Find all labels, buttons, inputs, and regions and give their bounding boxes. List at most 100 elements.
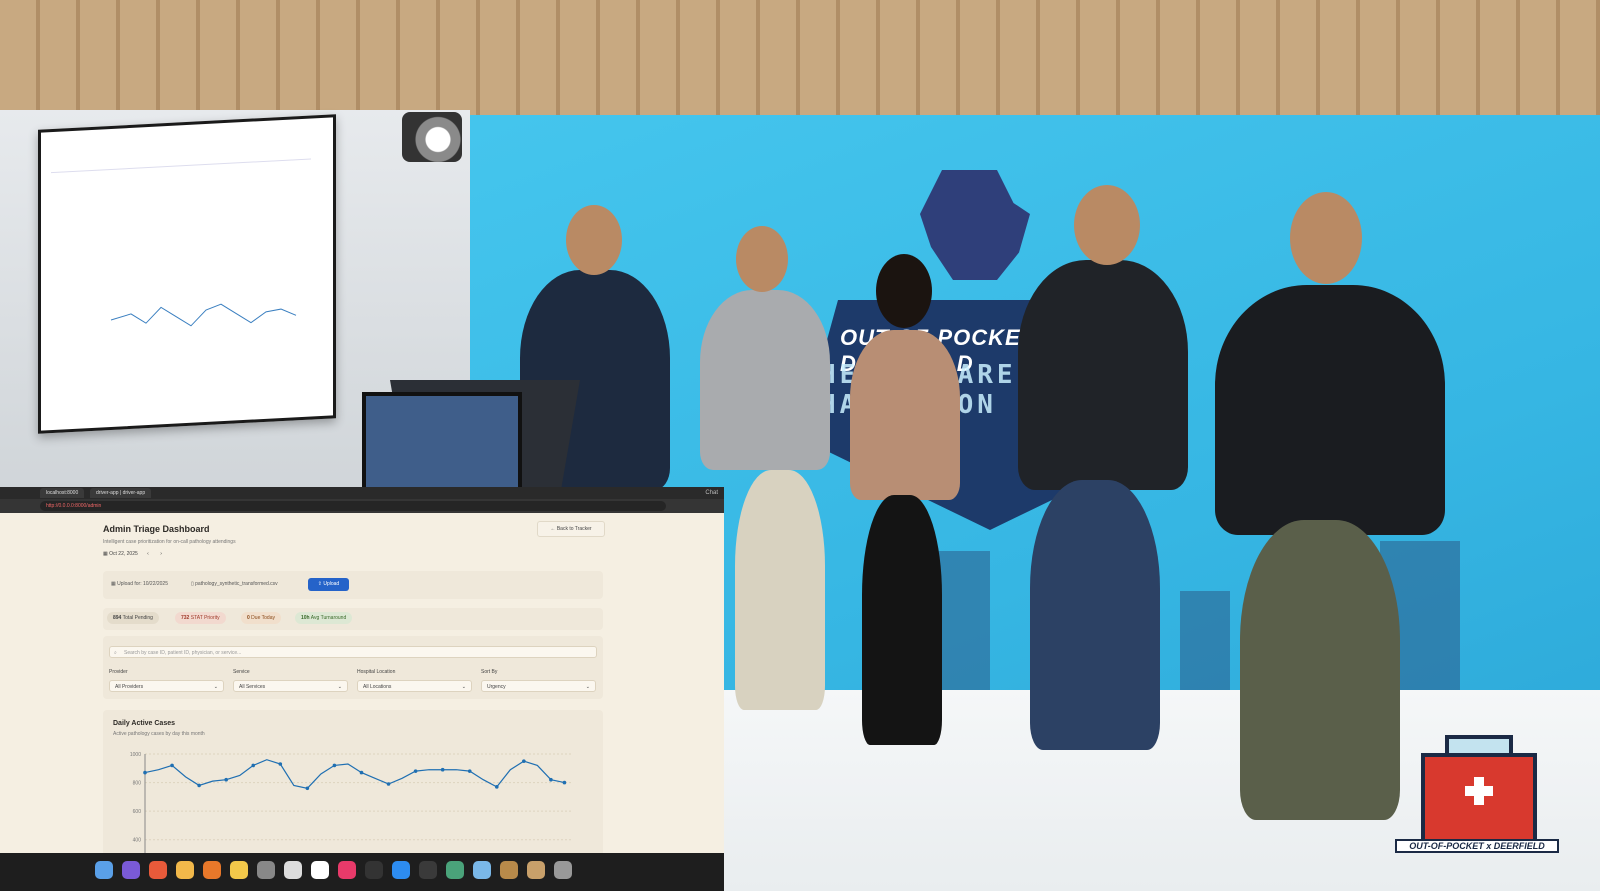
- browser-tab[interactable]: driver-app | driver-app: [90, 488, 152, 498]
- data-point[interactable]: [562, 780, 567, 785]
- person-4: [1018, 260, 1188, 490]
- data-point[interactable]: [359, 770, 364, 775]
- series-line: [144, 759, 565, 789]
- file-name-text: pathology_synthetic_transformed.csv: [195, 581, 278, 587]
- page-subtitle: Intelligent case prioritization for on-c…: [103, 539, 236, 545]
- dock-app-icon[interactable]: [446, 861, 464, 879]
- projector-screen: [38, 114, 336, 434]
- data-point[interactable]: [170, 763, 174, 768]
- dashboard-page: Admin Triage Dashboard Intelligent case …: [0, 513, 724, 860]
- data-point[interactable]: [197, 783, 201, 788]
- provider-select[interactable]: All Providers ⌄: [109, 680, 224, 692]
- person-5-head: [1290, 192, 1362, 284]
- filter-label-sort: Sort By: [481, 669, 498, 675]
- person-5-legs: [1240, 520, 1400, 820]
- person-2: [700, 290, 830, 470]
- data-point[interactable]: [278, 762, 283, 766]
- person-5: [1215, 285, 1445, 535]
- dock-app-icon[interactable]: [230, 861, 248, 879]
- stat-due-today: 0 Due Today: [241, 612, 281, 624]
- data-point[interactable]: [522, 759, 526, 763]
- data-point[interactable]: [494, 785, 499, 789]
- podium-monitor: [362, 392, 522, 498]
- chat-label[interactable]: Chat: [705, 487, 718, 499]
- data-point[interactable]: [305, 786, 310, 791]
- data-point[interactable]: [440, 767, 445, 772]
- dock-app-icon[interactable]: [122, 861, 140, 879]
- data-point[interactable]: [332, 763, 337, 768]
- daily-cases-chart-card: Daily Active Cases Active pathology case…: [103, 710, 603, 860]
- next-date-icon[interactable]: ›: [160, 551, 162, 557]
- dock-app-icon[interactable]: [203, 861, 221, 879]
- dock-app-icon[interactable]: [419, 861, 437, 879]
- filter-panel: ⌕ Search by case ID, patient ID, physici…: [103, 636, 603, 699]
- dock-app-icon[interactable]: [365, 861, 383, 879]
- data-point[interactable]: [224, 777, 228, 782]
- dock-app-icon[interactable]: [527, 861, 545, 879]
- corner-logo-text: OUT-OF-POCKET x DEERFIELD: [1395, 839, 1559, 853]
- back-to-tracker-button[interactable]: ← Back to Tracker: [537, 521, 605, 537]
- page-title: Admin Triage Dashboard: [103, 524, 210, 534]
- dock-app-icon[interactable]: [95, 861, 113, 879]
- dock-app-icon[interactable]: [257, 861, 275, 879]
- dock-app-icon[interactable]: [284, 861, 302, 879]
- y-tick-label: 600: [133, 809, 142, 815]
- current-date[interactable]: Oct 22, 2025: [109, 551, 138, 557]
- stat-value: 0: [247, 615, 250, 621]
- search-icon: ⌕: [114, 650, 117, 656]
- browser-tab-bar: localhost:8000 driver-app | driver-app C…: [0, 487, 724, 499]
- dock-app-icon[interactable]: [176, 861, 194, 879]
- dock-app-icon[interactable]: [500, 861, 518, 879]
- data-point[interactable]: [386, 782, 391, 786]
- dock-app-icon[interactable]: [554, 861, 572, 879]
- first-aid-kit-icon: [1421, 753, 1537, 843]
- dock-app-icon[interactable]: [149, 861, 167, 879]
- y-tick-label: 400: [133, 838, 142, 844]
- data-point[interactable]: [413, 769, 418, 773]
- search-input[interactable]: ⌕ Search by case ID, patient ID, physici…: [109, 646, 597, 658]
- stat-value: 732: [181, 615, 190, 621]
- stat-label: STAT Priority: [190, 615, 220, 621]
- data-point[interactable]: [251, 763, 256, 768]
- stats-bar: 894 Total Pending 732 STAT Priority 0 Du…: [103, 608, 603, 630]
- chevron-down-icon: ⌄: [213, 684, 218, 690]
- chevron-down-icon: ⌄: [461, 684, 466, 690]
- data-point[interactable]: [143, 770, 147, 775]
- service-value: All Services: [239, 684, 266, 690]
- data-point[interactable]: [549, 777, 553, 782]
- upload-for-text: Upload for: 10/22/2025: [117, 581, 168, 587]
- person-3-head: [876, 254, 932, 328]
- upload-button[interactable]: ⇪ Upload: [308, 578, 349, 591]
- upload-date-label: ▦ Upload for: 10/22/2025: [111, 581, 168, 587]
- stat-label: Total Pending: [122, 615, 153, 621]
- location-select[interactable]: All Locations ⌄: [357, 680, 472, 692]
- stat-label: Due Today: [251, 615, 275, 621]
- provider-value: All Providers: [115, 684, 144, 690]
- filter-label-provider: Provider: [109, 669, 128, 675]
- dock-app-icon[interactable]: [338, 861, 356, 879]
- file-name[interactable]: ▯ pathology_synthetic_transformed.csv: [191, 581, 278, 587]
- service-select[interactable]: All Services ⌄: [233, 680, 348, 692]
- dock-app-icon[interactable]: [473, 861, 491, 879]
- stat-stat-priority: 732 STAT Priority: [175, 612, 226, 624]
- url-input[interactable]: http://0.0.0.0:8000/admin: [40, 501, 666, 511]
- dock-app-icon[interactable]: [311, 861, 329, 879]
- prev-date-icon[interactable]: ‹: [147, 551, 149, 557]
- person-2-legs: [735, 470, 825, 710]
- corner-watermark-logo: OUT-OF-POCKET x DEERFIELD: [1395, 735, 1559, 853]
- macos-dock: [0, 853, 724, 891]
- chart-title: Daily Active Cases: [113, 720, 175, 727]
- chevron-down-icon: ⌄: [337, 684, 342, 690]
- data-point[interactable]: [467, 769, 472, 773]
- sort-select[interactable]: Urgency ⌄: [481, 680, 596, 692]
- stat-label: Avg Turnaround: [310, 615, 347, 621]
- dock-app-icon[interactable]: [392, 861, 410, 879]
- browser-tab[interactable]: localhost:8000: [40, 488, 85, 498]
- stage-light: [402, 112, 462, 162]
- screen-share: localhost:8000 driver-app | driver-app C…: [0, 487, 724, 891]
- address-bar: http://0.0.0.0:8000/admin: [0, 499, 724, 513]
- chevron-down-icon: ⌄: [585, 684, 590, 690]
- gorilla-mascot-icon: [920, 170, 1030, 280]
- person-speaker-head: [566, 205, 622, 275]
- location-value: All Locations: [363, 684, 392, 690]
